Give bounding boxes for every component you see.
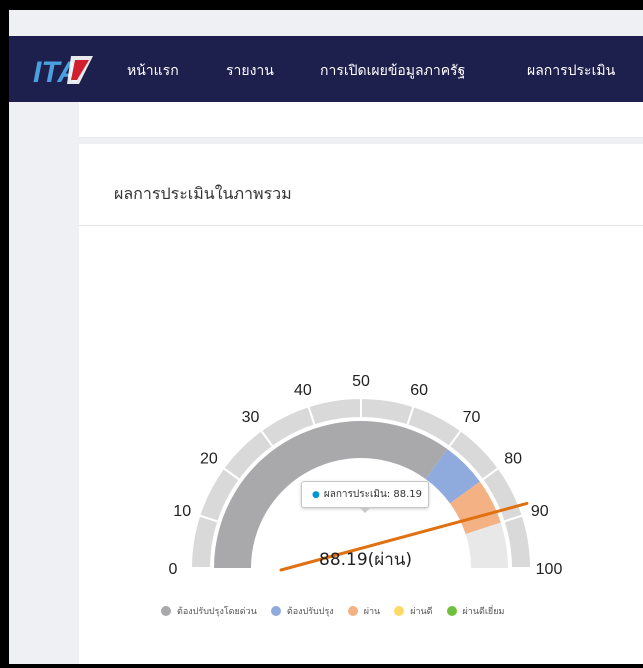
tooltip-dot-icon: ●	[312, 489, 320, 500]
gauge-tick-label: 80	[504, 450, 522, 467]
legend-dot-icon	[270, 606, 281, 616]
tooltip-text: ผลการประเมิน: 88.19	[323, 489, 422, 500]
legend-item-improve[interactable]: ต้องปรับปรุง	[270, 604, 334, 618]
gauge-chart: 0 10 20 30 40 50 60 70 80 90 100	[169, 373, 563, 578]
card-header: ผลการประเมินในภาพรวม	[79, 144, 643, 226]
gauge-tick-label: 20	[200, 450, 218, 467]
gauge-tick-label: 100	[536, 561, 563, 578]
nav-item-assessment-results[interactable]: ผลการประเมิน	[527, 60, 615, 82]
legend-label: ต้องปรับปรุงโดยด่วน	[177, 607, 257, 617]
legend-label: ผ่าน	[363, 607, 381, 617]
gauge-tick-label: 50	[352, 373, 370, 390]
gauge-legend: ต้องปรับปรุงโดยด่วน ต้องปรับปรุง ผ่าน ผ่…	[161, 604, 504, 618]
gauge-tooltip: ● ผลการประเมิน: 88.19	[301, 481, 429, 508]
legend-label: ต้องปรับปรุง	[286, 607, 334, 617]
gauge-tick-label: 60	[410, 382, 428, 399]
top-navbar: ITA หน้าแรก รายงาน การเปิดเผยข้อมูลภาครั…	[9, 36, 643, 102]
card-title: ผลการประเมินในภาพรวม	[114, 184, 292, 203]
legend-dot-icon	[394, 606, 405, 616]
legend-dot-icon	[161, 606, 171, 616]
legend-label: ผ่านดี	[410, 607, 433, 617]
legend-label: ผ่านดีเยี่ยม	[462, 607, 505, 617]
nav-item-report[interactable]: รายงาน	[226, 60, 274, 82]
previous-card-bottom	[79, 102, 643, 138]
gauge-tick-label: 10	[173, 503, 191, 520]
tooltip-arrow-icon	[359, 507, 371, 513]
ita-logo[interactable]: ITA	[31, 50, 101, 90]
left-gutter	[9, 102, 79, 664]
nav-item-home[interactable]: หน้าแรก	[127, 60, 179, 82]
legend-dot-icon	[347, 606, 358, 616]
legend-item-pass[interactable]: ผ่าน	[347, 604, 381, 618]
nav-item-public-disclosure[interactable]: การเปิดเผยข้อมูลภาครัฐ	[320, 60, 465, 82]
legend-item-good[interactable]: ผ่านดี	[394, 604, 433, 618]
gauge-tick-label: 70	[463, 409, 481, 426]
gauge-tick-label: 0	[169, 561, 178, 578]
gauge-score-label: 88.19(ผ่าน)	[319, 550, 413, 570]
browser-viewport: ITA หน้าแรก รายงาน การเปิดเผยข้อมูลภาครั…	[9, 10, 643, 664]
legend-dot-icon	[446, 606, 457, 616]
legend-item-urgent[interactable]: ต้องปรับปรุงโดยด่วน	[161, 604, 257, 618]
legend-item-excellent[interactable]: ผ่านดีเยี่ยม	[446, 604, 505, 618]
gauge-tick-label: 40	[294, 382, 312, 399]
gauge-tick-label: 90	[531, 503, 549, 520]
overall-result-card: ผลการประเมินในภาพรวม 0 10 20 30 40 50 60 70 80 90…	[79, 144, 643, 664]
gauge-tick-label: 30	[242, 409, 260, 426]
